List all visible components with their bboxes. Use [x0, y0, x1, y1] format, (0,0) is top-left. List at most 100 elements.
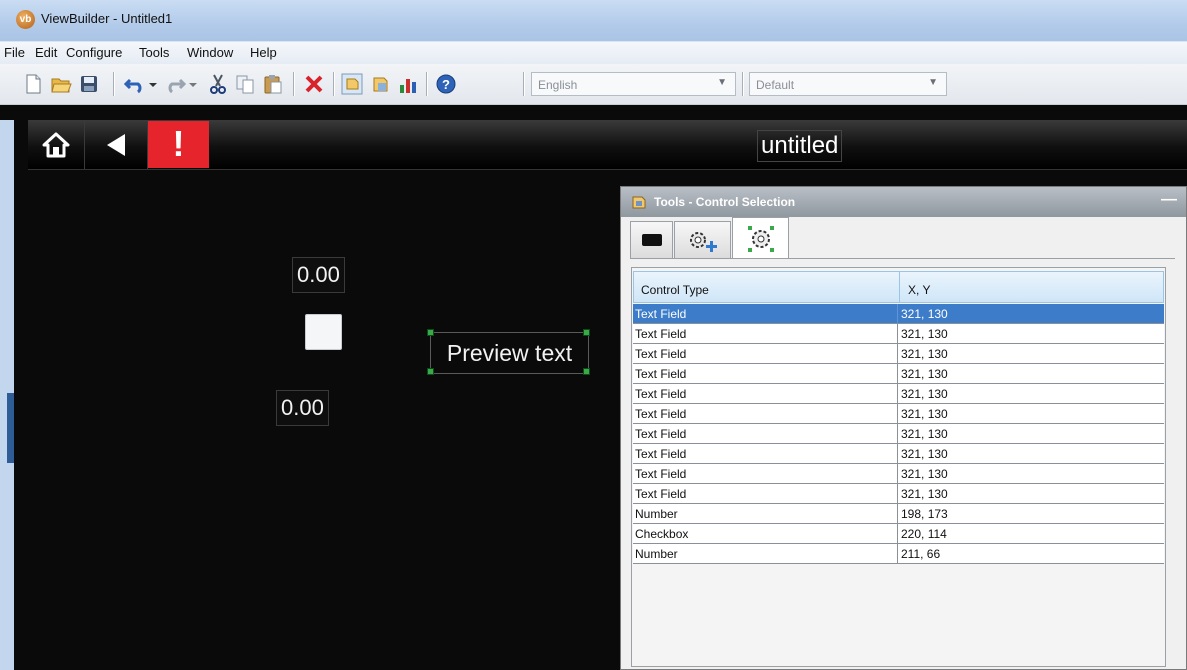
panel-title-bar[interactable]: Tools - Control Selection —	[621, 187, 1186, 217]
table-row[interactable]: Text Field 321, 130	[633, 484, 1164, 504]
add-gear-icon	[690, 232, 717, 252]
table-row[interactable]: Text Field 321, 130	[633, 304, 1164, 324]
preview-icon[interactable]	[340, 73, 364, 95]
cell-divider	[897, 384, 898, 404]
menu-bar: File Edit Configure Tools Window Help	[0, 41, 1187, 64]
toolbar-separator	[426, 72, 427, 96]
cell-control-type: Checkbox	[635, 527, 689, 541]
table-row[interactable]: Text Field 321, 130	[633, 464, 1164, 484]
number-field-top[interactable]: 0.00	[292, 257, 345, 293]
cell-divider	[897, 324, 898, 344]
undo-icon[interactable]	[124, 73, 146, 95]
column-header-control-type[interactable]: Control Type	[641, 283, 709, 297]
theme-select[interactable]: Default ▼	[749, 72, 947, 96]
language-select[interactable]: English ▼	[531, 72, 736, 96]
cell-xy: 321, 130	[901, 487, 948, 501]
svg-text:?: ?	[442, 77, 450, 92]
toolbar-separator	[333, 72, 334, 96]
cell-control-type: Text Field	[635, 447, 687, 461]
alert-button[interactable]: !	[148, 121, 209, 168]
cell-control-type: Text Field	[635, 407, 687, 421]
properties-icon[interactable]	[370, 73, 392, 95]
table-row[interactable]: Text Field 321, 130	[633, 424, 1164, 444]
title-bar: vb ViewBuilder - Untitled1	[0, 0, 1187, 41]
redo-dropdown-icon[interactable]	[186, 73, 200, 95]
table-row[interactable]: Text Field 321, 130	[633, 404, 1164, 424]
cell-divider	[897, 344, 898, 364]
cell-xy: 321, 130	[901, 327, 948, 341]
resize-handle[interactable]	[583, 368, 590, 375]
cell-control-type: Text Field	[635, 467, 687, 481]
home-icon	[42, 132, 70, 158]
cell-control-type: Text Field	[635, 387, 687, 401]
minimize-button[interactable]: —	[1161, 191, 1177, 209]
table-row[interactable]: Number 211, 66	[633, 544, 1164, 564]
cell-xy: 321, 130	[901, 407, 948, 421]
menu-file[interactable]: File	[4, 45, 25, 60]
language-select-value: English	[538, 78, 578, 92]
table-row[interactable]: Checkbox 220, 114	[633, 524, 1164, 544]
tab-control-selection[interactable]	[732, 217, 789, 259]
checkbox-control[interactable]	[305, 314, 342, 350]
column-header-xy[interactable]: X, Y	[908, 283, 930, 297]
cell-xy: 321, 130	[901, 447, 948, 461]
cut-icon[interactable]	[207, 73, 229, 95]
resize-handle[interactable]	[583, 329, 590, 336]
rail-scroll-indicator	[7, 393, 14, 463]
tools-icon	[632, 196, 646, 209]
copy-icon[interactable]	[234, 73, 256, 95]
table-row[interactable]: Text Field 321, 130	[633, 384, 1164, 404]
open-folder-icon[interactable]	[50, 73, 72, 95]
paste-icon[interactable]	[262, 73, 284, 95]
cell-divider	[897, 504, 898, 524]
table-row[interactable]: Text Field 321, 130	[633, 324, 1164, 344]
cell-xy: 321, 130	[901, 367, 948, 381]
resize-handle[interactable]	[427, 329, 434, 336]
control-table: Control Type X, Y Text Field 321, 130 Tex…	[631, 267, 1166, 667]
cell-xy: 321, 130	[901, 467, 948, 481]
undo-dropdown-icon[interactable]	[146, 73, 160, 95]
table-header: Control Type X, Y	[633, 271, 1164, 303]
toolbar: ? English ▼ Default ▼	[0, 64, 1187, 105]
menu-edit[interactable]: Edit	[35, 45, 57, 60]
alert-icon: !	[172, 123, 185, 164]
panel-title: Tools - Control Selection	[654, 195, 796, 209]
resize-handle[interactable]	[427, 368, 434, 375]
cell-xy: 211, 66	[901, 547, 941, 561]
number-field-bottom[interactable]: 0.00	[276, 390, 329, 426]
canvas-margin	[14, 105, 28, 670]
table-row[interactable]: Number 198, 173	[633, 504, 1164, 524]
cell-xy: 321, 130	[901, 427, 948, 441]
text-field-preview[interactable]: Preview text	[430, 332, 589, 374]
home-button[interactable]	[28, 120, 85, 169]
chart-icon[interactable]	[397, 73, 419, 95]
help-icon[interactable]: ?	[434, 73, 458, 95]
delete-icon[interactable]	[303, 73, 325, 95]
table-row[interactable]: Text Field 321, 130	[633, 344, 1164, 364]
save-icon[interactable]	[78, 73, 100, 95]
left-rail	[0, 105, 14, 670]
redo-icon[interactable]	[164, 73, 186, 95]
back-button[interactable]	[85, 120, 148, 169]
screen-title[interactable]: untitled	[757, 130, 843, 162]
menu-help[interactable]: Help	[250, 45, 277, 60]
cell-control-type: Text Field	[635, 367, 687, 381]
toolbar-separator	[293, 72, 294, 96]
window-title: ViewBuilder - Untitled1	[41, 11, 173, 26]
column-divider	[899, 272, 900, 302]
tools-control-selection-panel: Tools - Control Selection — Control Type…	[620, 186, 1187, 670]
tab-screen[interactable]	[630, 221, 673, 258]
cell-divider	[897, 424, 898, 444]
new-file-icon[interactable]	[22, 73, 44, 95]
tab-add-control[interactable]	[674, 221, 731, 258]
table-row[interactable]: Text Field 321, 130	[633, 444, 1164, 464]
table-row[interactable]: Text Field 321, 130	[633, 364, 1164, 384]
canvas-top-margin	[0, 105, 1187, 120]
cell-divider	[897, 364, 898, 384]
menu-window[interactable]: Window	[187, 45, 233, 60]
menu-tools[interactable]: Tools	[139, 45, 169, 60]
app-logo-icon: vb	[16, 10, 35, 29]
cell-control-type: Text Field	[635, 307, 687, 321]
menu-configure[interactable]: Configure	[66, 45, 122, 60]
cell-xy: 321, 130	[901, 387, 948, 401]
